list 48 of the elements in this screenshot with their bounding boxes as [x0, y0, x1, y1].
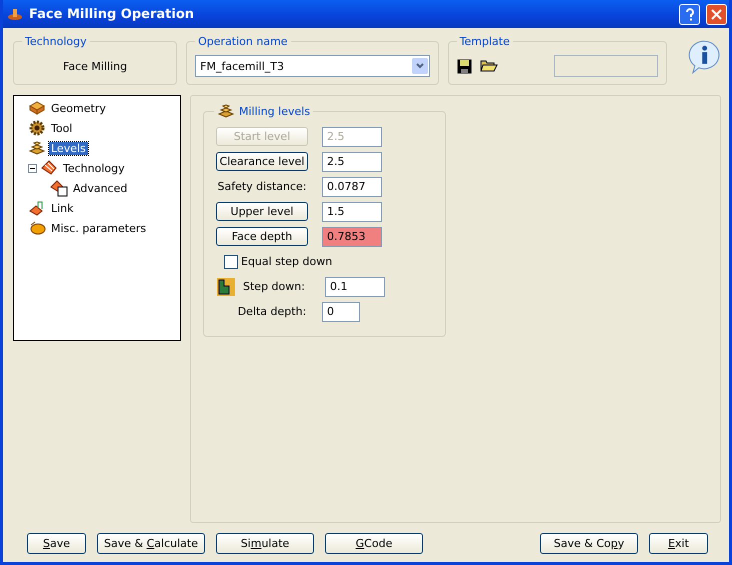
value-field[interactable]: 0.0787 — [322, 176, 382, 196]
value-field[interactable]: 2.5 — [322, 152, 382, 172]
collapse-icon[interactable] — [28, 164, 37, 172]
value-field[interactable]: 0 — [322, 302, 360, 322]
tree-item[interactable]: Tool — [49, 122, 74, 134]
window-title: Face Milling Operation — [29, 6, 196, 22]
tree-item[interactable]: Geometry — [49, 102, 108, 114]
value-field[interactable]: 1.5 — [322, 202, 382, 222]
app-icon — [7, 7, 23, 21]
checkbox[interactable] — [224, 254, 238, 268]
help-button[interactable] — [679, 4, 700, 24]
tree-item[interactable]: Technology — [61, 162, 127, 174]
tree-item[interactable]: Link — [49, 202, 76, 214]
level-button[interactable]: Upper level — [216, 202, 308, 221]
group-title: Template — [458, 35, 511, 48]
checkbox-label: Equal step down — [241, 255, 332, 268]
footer-button[interactable]: Simulate — [216, 533, 314, 554]
group-title: Operation name — [197, 35, 289, 48]
level-button[interactable]: Face depth — [216, 227, 308, 246]
field-label: Safety distance: — [218, 180, 306, 193]
info-icon[interactable] — [688, 39, 721, 75]
tree-item[interactable]: Advanced — [71, 182, 130, 194]
mouse-icon — [28, 219, 46, 237]
field-label: Delta depth: — [236, 305, 306, 318]
tree-item[interactable]: Misc. parameters — [49, 222, 148, 234]
save-icon[interactable] — [456, 58, 472, 74]
footer-button[interactable]: Save & Calculate — [97, 533, 205, 554]
level-button[interactable]: Clearance level — [216, 152, 308, 171]
footer-button[interactable]: Save — [27, 533, 86, 554]
step-icon — [217, 278, 235, 296]
value-field[interactable]: 0.7853 — [322, 226, 382, 246]
footer-button[interactable]: Save & Copy — [540, 533, 638, 554]
operation-name-dropdown[interactable]: FM_facemill_T3 — [195, 55, 430, 77]
group-title: Milling levels — [239, 104, 310, 118]
question-mark-icon — [684, 8, 694, 20]
technology-value: Face Milling — [63, 60, 128, 72]
field-label: Step down: — [243, 280, 305, 293]
template-field[interactable] — [554, 55, 658, 77]
gear-icon — [28, 119, 46, 137]
chevron-down-icon — [416, 63, 424, 69]
close-button[interactable] — [706, 4, 727, 24]
footer-button[interactable]: GCode — [325, 533, 423, 554]
group-title: Technology — [24, 35, 88, 48]
value-field[interactable]: 0.1 — [325, 276, 385, 296]
open-folder-icon[interactable] — [480, 59, 498, 73]
tree-item[interactable]: Levels — [49, 142, 88, 154]
close-icon — [711, 8, 722, 20]
footer-button[interactable]: Exit — [649, 533, 708, 554]
